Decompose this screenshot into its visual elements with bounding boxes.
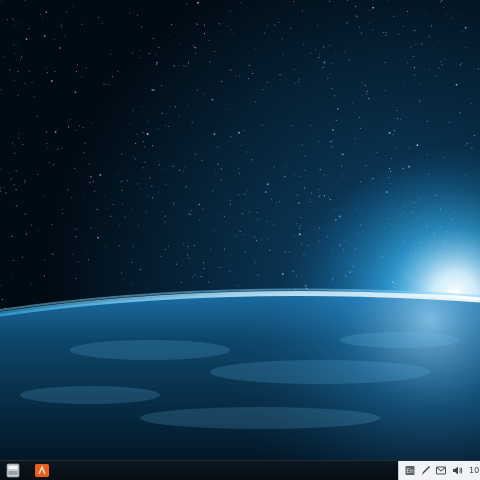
volume-icon[interactable] (452, 465, 463, 476)
desktop-wallpaper (0, 0, 480, 480)
files-app-icon (6, 463, 20, 478)
taskbar: En 10 (0, 460, 480, 480)
message-icon[interactable] (436, 465, 446, 476)
system-tray: En 10 (398, 461, 480, 480)
svg-text:En: En (406, 468, 414, 475)
clock[interactable]: 10 (469, 465, 479, 476)
desktop: En 10 (0, 0, 480, 480)
files-app-launcher[interactable] (5, 463, 21, 478)
pen-tool-icon[interactable] (421, 465, 431, 476)
orange-app-icon (35, 464, 49, 477)
orange-app-launcher[interactable] (34, 463, 50, 478)
keyboard-layout-icon[interactable]: En (405, 465, 415, 476)
